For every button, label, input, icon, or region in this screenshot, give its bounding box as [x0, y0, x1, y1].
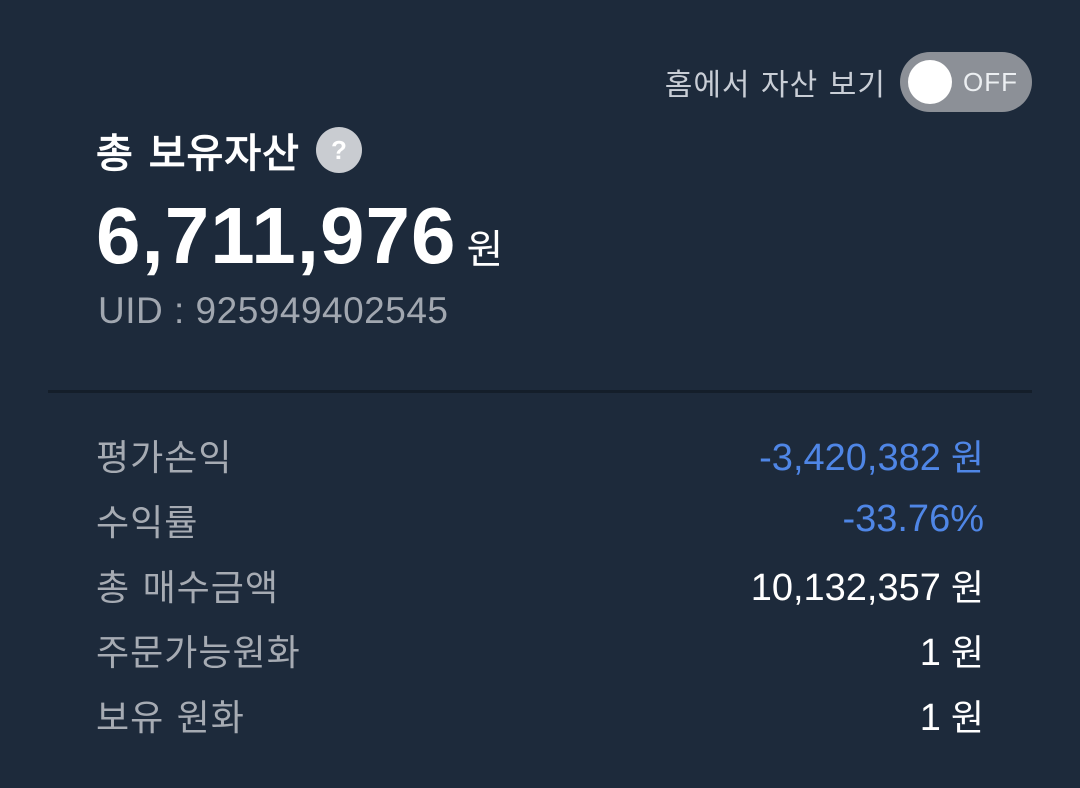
home-asset-toggle-label: 홈에서 자산 보기 — [664, 68, 886, 103]
stat-unit: 원 — [950, 632, 984, 674]
stat-unit: 원 — [950, 567, 984, 609]
stat-number: 1 — [919, 631, 941, 674]
total-assets-title: 총 보유자산 — [96, 131, 300, 177]
total-assets-amount-row: 6,711,976 원 — [96, 190, 503, 282]
total-assets-header: 총 보유자산 ? — [96, 122, 362, 178]
total-assets-amount: 6,711,976 — [96, 191, 457, 280]
stat-number: 10,132,357 — [750, 566, 941, 609]
stat-value: -3,420,382 원 — [759, 429, 984, 481]
question-mark-icon[interactable]: ? — [315, 127, 362, 173]
stat-value: -33.76% — [842, 498, 984, 541]
section-divider — [48, 390, 1032, 393]
stat-unit: 원 — [950, 697, 984, 739]
stat-unit: 원 — [950, 437, 984, 479]
stat-label: 수익률 — [96, 502, 199, 544]
stat-number: 1 — [919, 696, 941, 739]
stat-label: 주문가능원화 — [96, 632, 301, 674]
stat-row-valuation-pnl: 평가손익 -3,420,382 원 — [96, 422, 984, 487]
toggle-knob — [908, 60, 952, 104]
stat-label: 보유 원화 — [96, 697, 245, 739]
stat-value: 10,132,357 원 — [751, 559, 984, 611]
stat-row-return-rate: 수익률 -33.76% — [96, 487, 984, 552]
stat-value: 1원 — [920, 689, 984, 741]
stat-label: 총 매수금액 — [96, 567, 280, 609]
home-asset-toggle-switch[interactable]: OFF — [900, 52, 1032, 112]
stat-label: 평가손익 — [96, 437, 233, 479]
stat-row-orderable-krw: 주문가능원화 1원 — [96, 617, 984, 682]
stat-number: -3,420,382 — [759, 436, 941, 479]
stat-row-held-krw: 보유 원화 1원 — [96, 682, 984, 747]
asset-stats-list: 평가손익 -3,420,382 원 수익률 -33.76% 총 매수금액 10,1… — [96, 422, 984, 747]
stat-row-total-purchase: 총 매수금액 10,132,357 원 — [96, 552, 984, 617]
total-assets-unit: 원 — [466, 227, 504, 273]
toggle-state-text: OFF — [963, 67, 1018, 97]
uid-text: UID : 925949402545 — [98, 290, 449, 331]
stat-number: -33.76% — [842, 498, 984, 540]
stat-value: 1원 — [920, 624, 984, 676]
home-asset-toggle-row: 홈에서 자산 보기 OFF — [665, 52, 1032, 112]
